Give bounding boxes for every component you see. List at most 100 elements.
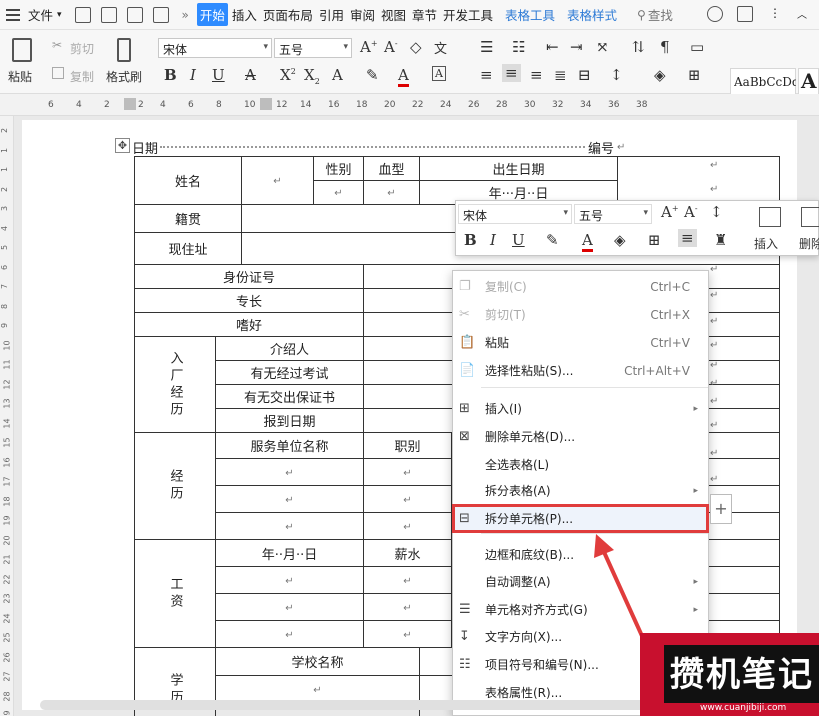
underline-icon[interactable]: U xyxy=(212,66,225,84)
name-value[interactable]: ↵ xyxy=(241,156,314,205)
share-icon[interactable] xyxy=(737,6,753,22)
table-move-handle-icon[interactable]: ✥ xyxy=(115,138,130,153)
align-right-icon[interactable]: ≡ xyxy=(530,66,543,84)
borders-icon[interactable]: ⊞ xyxy=(688,66,701,84)
ruler-margin-marker[interactable] xyxy=(260,98,272,110)
font-size-select[interactable]: 五号 ▾ xyxy=(274,38,352,58)
copy-icon[interactable] xyxy=(52,67,64,79)
align-center-icon[interactable]: ≡ xyxy=(502,64,521,82)
table-cell[interactable]: ↵ xyxy=(215,566,364,594)
tab-section[interactable]: 章节 xyxy=(410,3,439,26)
context-menu-item[interactable]: ✂ 剪切(T) Ctrl+X xyxy=(453,301,708,328)
tab-table-style[interactable]: 表格样式 xyxy=(565,3,619,26)
decrease-indent-icon[interactable]: ⇤ xyxy=(546,38,559,56)
highlight-icon[interactable]: ✎ xyxy=(366,66,379,84)
tab-home[interactable]: 开始 xyxy=(196,3,228,26)
context-menu-item[interactable]: ⊞ 插入(I) ▸ xyxy=(453,395,708,422)
context-menu-item[interactable]: 📄 选择性粘贴(S)... Ctrl+Alt+V xyxy=(453,357,708,384)
highlight-icon[interactable]: ✎ xyxy=(546,231,559,249)
line-spacing-icon[interactable]: ↕ xyxy=(610,66,623,84)
chevron-down-icon[interactable]: ▾ xyxy=(57,10,62,20)
gender-value[interactable]: ↵ xyxy=(313,180,364,205)
underline-icon[interactable]: U xyxy=(512,231,525,249)
char-border-icon[interactable]: A xyxy=(432,66,446,81)
bullets-icon[interactable]: ☰ xyxy=(480,38,493,56)
vertical-ruler[interactable]: 2 1 1 2 3 4 5 6 7 8 9 10 11 12 13 14 15 16 17 18 19 20 21 22 23 2… xyxy=(0,116,14,716)
align-left-icon[interactable]: ≡ xyxy=(480,66,493,84)
tab-page-layout[interactable]: 页面布局 xyxy=(261,3,315,26)
table-cell[interactable]: ↵ xyxy=(215,512,364,540)
format-painter-icon[interactable] xyxy=(117,38,131,62)
distribute-icon[interactable]: ⊟ xyxy=(578,66,591,84)
table-cell[interactable]: ↵ xyxy=(363,458,452,486)
shading-icon[interactable]: ◈ xyxy=(654,66,666,84)
tab-table-tools[interactable]: 表格工具 xyxy=(503,3,557,26)
italic-icon[interactable]: I xyxy=(490,231,496,249)
more-icon[interactable]: » xyxy=(182,8,189,22)
print-icon[interactable] xyxy=(126,6,143,23)
grow-font-icon[interactable]: A+ xyxy=(360,38,378,56)
tab-references[interactable]: 引用 xyxy=(317,3,346,26)
context-menu-item[interactable]: ⊟ 拆分单元格(P)... xyxy=(452,504,709,533)
table-cell[interactable]: ↵ xyxy=(363,512,452,540)
table-cell[interactable]: ↵ xyxy=(215,458,364,486)
bold-icon[interactable]: B xyxy=(464,231,477,249)
context-menu-item[interactable]: 自动调整(A) ▸ xyxy=(453,568,708,595)
tab-review[interactable]: 审阅 xyxy=(348,3,377,26)
mini-insert-button[interactable]: 插入 xyxy=(754,235,778,252)
paste-button[interactable]: 粘贴 xyxy=(8,68,32,85)
context-menu-item[interactable]: ⊠ 删除单元格(D)... xyxy=(453,423,708,450)
table-cell[interactable]: ↵ xyxy=(363,593,452,621)
table-insert-icon[interactable] xyxy=(759,207,781,227)
blood-value[interactable]: ↵ xyxy=(363,180,420,205)
cut-button[interactable]: 剪切 xyxy=(70,40,94,57)
ruler-margin-marker[interactable] xyxy=(124,98,136,110)
context-menu-item[interactable]: 全选表格(L) xyxy=(453,451,708,478)
save-icon[interactable] xyxy=(74,6,91,23)
justify-icon[interactable]: ≣ xyxy=(554,66,567,84)
table-delete-icon[interactable] xyxy=(801,207,819,227)
char-spacing-icon[interactable]: ▭ xyxy=(690,38,704,56)
tab-developer[interactable]: 开发工具 xyxy=(441,3,495,26)
table-cell[interactable]: ↵ xyxy=(363,620,452,648)
copy-button[interactable]: 复制 xyxy=(70,68,94,85)
horizontal-ruler[interactable]: 6 4 2 2 4 6 8 10 12 14 16 18 20 22 24 26 28 30 32 34 36 38 xyxy=(0,94,819,116)
line-spacing-icon[interactable]: ↕ xyxy=(710,203,723,221)
grow-font-icon[interactable]: A+ xyxy=(661,203,679,221)
increase-indent-icon[interactable]: ⇥ xyxy=(570,38,583,56)
format-painter-icon[interactable]: ♜ xyxy=(714,231,727,249)
font-color-icon[interactable]: A xyxy=(582,231,593,252)
context-menu-item[interactable]: 边框和底纹(B)... xyxy=(453,541,708,568)
borders-icon[interactable]: ⊞ xyxy=(648,231,661,249)
tab-view[interactable]: 视图 xyxy=(379,3,408,26)
text-effect-icon[interactable]: A xyxy=(332,66,343,84)
chinese-layout-icon[interactable]: ⤧ xyxy=(596,38,609,56)
table-cell[interactable]: ↵ xyxy=(363,485,452,513)
cloud-sync-icon[interactable] xyxy=(707,6,723,22)
paste-icon[interactable] xyxy=(12,38,32,62)
context-menu-item[interactable]: ☰ 单元格对齐方式(G) ▸ xyxy=(453,596,708,623)
shrink-font-icon[interactable]: A- xyxy=(384,38,398,56)
table-cell[interactable]: ↵ xyxy=(215,620,364,648)
horizontal-scrollbar[interactable] xyxy=(40,700,720,710)
clear-format-icon[interactable]: ◇ xyxy=(410,38,422,56)
tab-insert[interactable]: 插入 xyxy=(230,3,259,26)
font-name-select[interactable]: 宋体 ▾ xyxy=(158,38,272,58)
mini-delete-button[interactable]: 删除 xyxy=(799,235,819,252)
mini-font-size-select[interactable]: 五号 ▾ xyxy=(574,204,652,224)
context-menu-item[interactable]: ❐ 复制(C) Ctrl+C xyxy=(453,273,708,300)
mini-font-name-select[interactable]: 宋体 ▾ xyxy=(458,204,572,224)
subscript-icon[interactable]: X2 xyxy=(304,66,320,86)
add-column-button[interactable]: + xyxy=(710,494,732,524)
strikethrough-icon[interactable]: A xyxy=(245,66,256,84)
numbering-icon[interactable]: ☷ xyxy=(512,38,525,56)
print-preview-icon[interactable] xyxy=(152,6,169,23)
search-button[interactable]: 查找 xyxy=(646,3,675,26)
table-cell[interactable]: ↵ xyxy=(215,485,364,513)
superscript-icon[interactable]: X2 xyxy=(280,66,296,84)
cut-icon[interactable]: ✂ xyxy=(52,38,62,52)
collapse-ribbon-icon[interactable]: ︿ xyxy=(797,6,813,22)
shading-icon[interactable]: ◈ xyxy=(614,231,626,249)
bold-icon[interactable]: B xyxy=(164,66,177,84)
format-painter-button[interactable]: 格式刷 xyxy=(106,68,142,85)
